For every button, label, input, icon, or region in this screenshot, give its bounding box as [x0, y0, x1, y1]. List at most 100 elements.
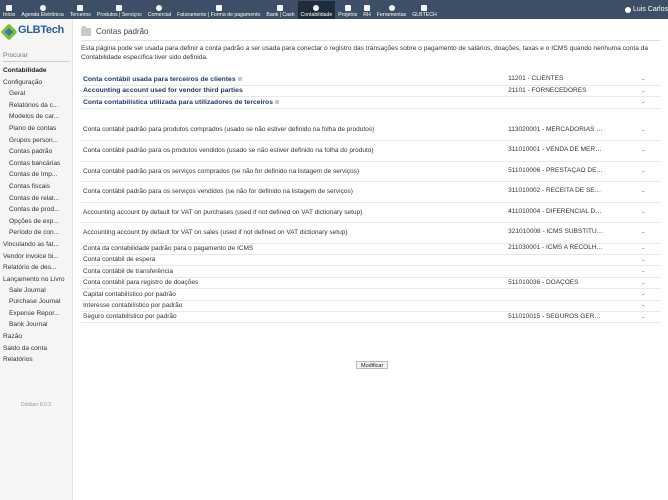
company-logo[interactable]: GLBTech	[0, 23, 65, 44]
sidebar-item-22[interactable]: Bank Journal	[0, 319, 72, 331]
dropdown-arrow-icon[interactable]: -	[639, 74, 661, 86]
search-input[interactable]	[3, 50, 69, 62]
home-icon	[6, 5, 13, 11]
dropdown-arrow-icon[interactable]: -	[639, 96, 661, 109]
account-label: Conta contábil usada para terceiros de c…	[83, 75, 236, 83]
menu-item-1[interactable]: Agenda Eletrônica	[18, 1, 66, 19]
sidebar-item-17[interactable]: Relatório de des...	[0, 262, 72, 274]
account-select[interactable]: 311010001 - VENDA DE MERCADORIAS	[506, 140, 640, 162]
dropdown-arrow-icon[interactable]: -	[639, 181, 661, 203]
spacer-cell	[464, 140, 507, 162]
sidebar-item-15[interactable]: Vinculando as fat...	[0, 239, 72, 251]
sidebar-item-0[interactable]: Contabilidade	[0, 65, 72, 77]
sidebar-item-2[interactable]: Geral	[0, 88, 72, 100]
account-select[interactable]: 113020001 - MERCADORIAS PARA REVENDA	[506, 120, 640, 142]
sidebar-item-10[interactable]: Contas fiscais	[0, 181, 72, 193]
account-select[interactable]	[506, 254, 640, 267]
menu-item-label: Contabilidade	[300, 12, 333, 18]
invoice-icon	[215, 5, 222, 11]
sidebar-item-18[interactable]: Lançamento no Livro	[0, 274, 72, 285]
dropdown-arrow-icon[interactable]: -	[639, 202, 661, 224]
menu-item-label: Bank | Cash	[266, 12, 295, 18]
sidebar-item-14[interactable]: Período de con...	[0, 227, 72, 239]
account-select[interactable]	[506, 288, 640, 301]
sidebar-item-11[interactable]: Contas de relat...	[0, 193, 72, 205]
account-select[interactable]	[506, 96, 640, 109]
sidebar-item-13[interactable]: Opções de exp...	[0, 216, 72, 228]
sidebar-item-20[interactable]: Purchase Journal	[0, 296, 72, 308]
dropdown-arrow-icon[interactable]: -	[639, 222, 661, 244]
account-label: Conta contábil para registro de doações	[83, 279, 199, 287]
sidebar-item-3[interactable]: Relatórios da c...	[0, 100, 72, 112]
menu-item-4[interactable]: Comercial	[145, 1, 174, 19]
account-value: 113020001 - MERCADORIAS PARA REVENDA	[508, 125, 605, 133]
account-label: Accounting account by default for VAT on…	[83, 229, 348, 237]
sidebar-item-9[interactable]: Contas de Imp...	[0, 169, 72, 181]
account-select[interactable]: 211030001 - ICMS A RECOLHER	[506, 243, 640, 256]
dropdown-arrow-icon[interactable]: -	[639, 243, 661, 256]
sidebar-item-23[interactable]: Razão	[0, 331, 72, 343]
menu-item-6[interactable]: Bank | Cash	[263, 1, 297, 19]
spacer-cell	[464, 120, 507, 142]
account-label-cell: Conta contábil usada para terceiros de c…	[81, 74, 465, 86]
dropdown-arrow-icon[interactable]: -	[639, 85, 661, 98]
account-label-cell: Conta contábil de transferência	[81, 265, 465, 278]
bank-icon	[277, 5, 284, 11]
account-select[interactable]: 321010008 - ICMS SUBSTITUIÇÃO	[506, 222, 640, 244]
menu-item-8[interactable]: Projetos	[335, 1, 360, 19]
sidebar-item-5[interactable]: Plano de contas	[0, 123, 72, 135]
dropdown-arrow-icon[interactable]: -	[639, 288, 661, 301]
account-select[interactable]	[506, 265, 640, 278]
account-row: Accounting account used for vendor third…	[81, 85, 661, 98]
menu-item-2[interactable]: Terceiros	[67, 1, 94, 19]
dropdown-arrow-icon[interactable]: -	[639, 300, 661, 313]
menu-item-9[interactable]: RH	[360, 1, 374, 19]
sidebar-item-4[interactable]: Modelos de car...	[0, 111, 72, 123]
account-label-cell: Interesse contabilístico por padrão	[81, 300, 465, 313]
account-select[interactable]: 511010036 - DOAÇÕES	[506, 277, 640, 290]
menu-item-3[interactable]: Produtos | Serviços	[94, 1, 145, 19]
dropdown-arrow-icon[interactable]: -	[639, 311, 661, 324]
account-select[interactable]: 511010006 - PRESTAÇÃO DE SERVIÇOS	[506, 161, 640, 183]
account-select[interactable]: 21101 - FORNECEDORES	[506, 85, 640, 98]
sidebar-item-25[interactable]: Relatórios	[0, 354, 72, 366]
user-menu[interactable]: Luis Carlos	[624, 0, 668, 19]
account-select[interactable]	[506, 300, 640, 313]
account-select[interactable]: 11201 - CLIENTES	[506, 74, 640, 86]
sidebar-item-24[interactable]: Saldo da conta	[0, 343, 72, 355]
sidebar-item-16[interactable]: Vendor invoice bi...	[0, 251, 72, 263]
sidebar-item-6[interactable]: Grupos person...	[0, 135, 72, 147]
menu-item-0[interactable]: Início	[0, 1, 18, 19]
sidebar-item-7[interactable]: Contas padrão	[0, 146, 72, 158]
account-label: Seguro contabilístico por padrão	[83, 313, 177, 321]
account-label: Accounting account by default for VAT on…	[83, 208, 363, 216]
sidebar-item-8[interactable]: Contas bancárias	[0, 158, 72, 170]
default-accounts-table: Conta contábil usada para terceiros de c…	[81, 74, 661, 324]
menu-item-10[interactable]: Ferramentas	[374, 1, 409, 19]
dropdown-arrow-icon[interactable]: -	[639, 254, 661, 267]
spacer	[81, 108, 661, 120]
account-select[interactable]: 311010002 - RECEITA DE SERVIÇOS	[506, 181, 640, 203]
dropdown-arrow-icon[interactable]: -	[639, 265, 661, 278]
dropdown-arrow-icon[interactable]: -	[639, 161, 661, 183]
account-select[interactable]: 511010015 - SEGUROS GERAIS	[506, 311, 640, 324]
spacer-cell	[464, 202, 507, 224]
menu-item-5[interactable]: Faturamento | Forma de pagamento	[174, 1, 263, 19]
user-name[interactable]: Luis Carlos	[633, 6, 668, 13]
menu-item-label: Terceiros	[69, 12, 91, 18]
dropdown-arrow-icon[interactable]: -	[639, 120, 661, 142]
sidebar-item-1[interactable]: Configuração	[0, 77, 72, 89]
dropdown-arrow-icon[interactable]: -	[639, 277, 661, 290]
modify-button[interactable]: Modificar	[356, 361, 389, 369]
spacer-cell	[464, 265, 507, 278]
spacer-cell	[464, 161, 507, 183]
dropdown-arrow-icon[interactable]: -	[639, 140, 661, 162]
sidebar-item-12[interactable]: Contas de prod...	[0, 204, 72, 216]
menu-item-11[interactable]: GLBTECH	[409, 1, 440, 19]
sidebar-item-21[interactable]: Expense Repor...	[0, 308, 72, 320]
menu-item-7[interactable]: Contabilidade	[297, 1, 336, 19]
folder-icon	[81, 25, 91, 36]
sidebar-item-19[interactable]: Sale Journal	[0, 285, 72, 297]
account-select[interactable]: 411010004 - DIFERENCIAL DE ALÍQUOTA	[506, 202, 640, 224]
briefcase-icon	[156, 5, 163, 11]
